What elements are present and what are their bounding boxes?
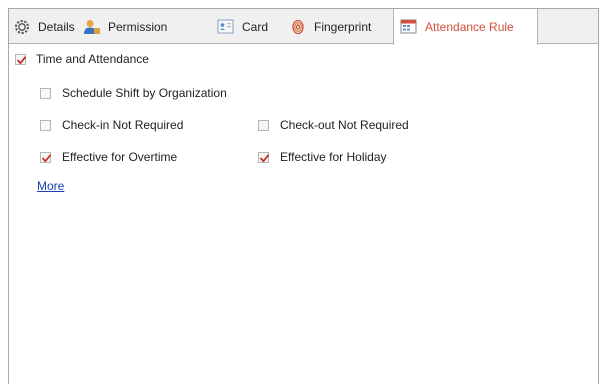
time-attendance-label: Time and Attendance	[36, 52, 149, 66]
tab-permission-label: Permission	[108, 19, 168, 34]
effective-holiday-label: Effective for Holiday	[280, 150, 387, 164]
tab-permission[interactable]: Permission	[77, 9, 183, 44]
check-mark-icon	[17, 56, 27, 65]
tab-attendance-rule-label: Attendance Rule	[425, 20, 514, 34]
time-attendance-checkbox[interactable]	[15, 54, 27, 65]
effective-overtime-label: Effective for Overtime	[62, 150, 178, 164]
schedule-shift-checkbox[interactable]	[40, 88, 51, 99]
tab-card[interactable]: Card	[211, 9, 283, 44]
card-icon	[217, 18, 235, 36]
user-key-icon	[83, 18, 101, 36]
check-mark-icon	[260, 154, 270, 163]
more-link[interactable]: More	[37, 179, 64, 193]
checkin-not-required-label: Check-in Not Required	[62, 118, 184, 132]
checkout-not-required-checkbox[interactable]	[258, 120, 269, 131]
attendance-rule-icon	[400, 18, 418, 36]
gear-icon	[13, 18, 31, 36]
schedule-shift-label: Schedule Shift by Organization	[62, 86, 227, 100]
tab-details[interactable]: Details	[7, 9, 77, 44]
effective-holiday-checkbox[interactable]	[258, 152, 270, 163]
tab-details-label: Details	[38, 19, 75, 34]
checkout-not-required-label: Check-out Not Required	[280, 118, 409, 132]
fingerprint-icon	[289, 18, 307, 36]
tab-card-label: Card	[242, 19, 269, 34]
tab-bar: Details Permission Card Fingerprint Atte…	[7, 9, 598, 45]
effective-overtime-checkbox[interactable]	[40, 152, 52, 163]
check-mark-icon	[42, 154, 52, 163]
checkin-not-required-checkbox[interactable]	[40, 120, 51, 131]
tab-fingerprint-label: Fingerprint	[314, 19, 372, 34]
tab-attendance-rule[interactable]: Attendance Rule	[393, 9, 538, 45]
tab-fingerprint[interactable]: Fingerprint	[283, 9, 393, 44]
